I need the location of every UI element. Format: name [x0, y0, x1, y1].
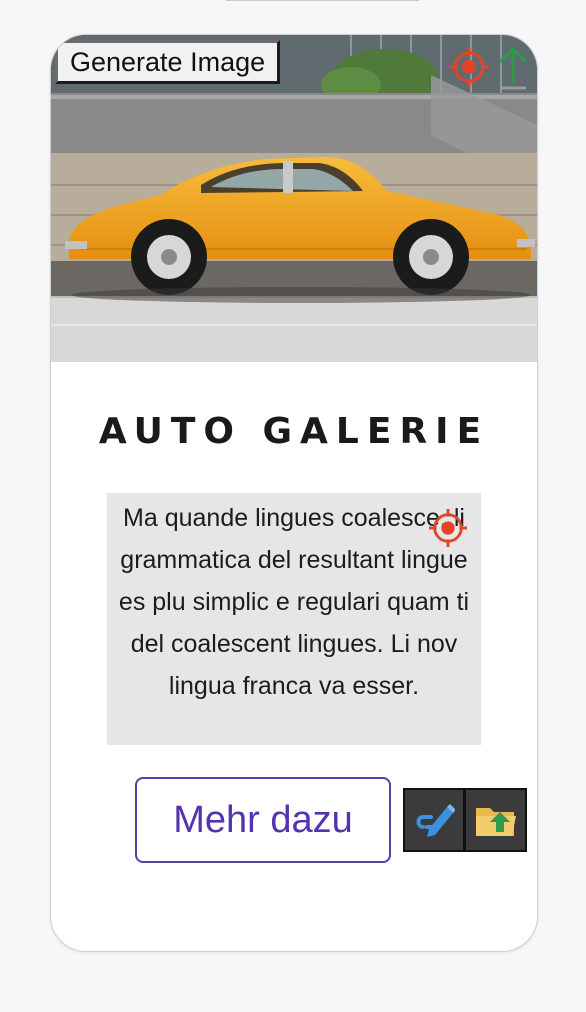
hero-image: Generate Image	[51, 35, 537, 362]
top-divider	[226, 0, 419, 1]
folder-upload-icon	[475, 808, 516, 836]
generate-image-button[interactable]: Generate Image	[55, 40, 281, 84]
pen-link-icon	[416, 804, 455, 837]
gallery-card: Generate Image AUTO GALERIE Ma quande li…	[50, 34, 538, 952]
edit-toolbar	[403, 788, 527, 852]
arrow-up-icon[interactable]	[494, 43, 532, 91]
folder-upload-button[interactable]	[465, 788, 527, 852]
edit-link-button[interactable]	[403, 788, 465, 852]
crosshair-target-icon[interactable]	[449, 47, 489, 87]
body-text-box[interactable]: Ma quande lingues coalesce, li grammatic…	[107, 493, 481, 745]
body-text: Ma quande lingues coalesce, li grammatic…	[118, 504, 470, 700]
crosshair-target-icon[interactable]	[429, 509, 467, 547]
more-button[interactable]: Mehr dazu	[135, 777, 391, 863]
section-title: AUTO GALERIE	[98, 411, 490, 452]
